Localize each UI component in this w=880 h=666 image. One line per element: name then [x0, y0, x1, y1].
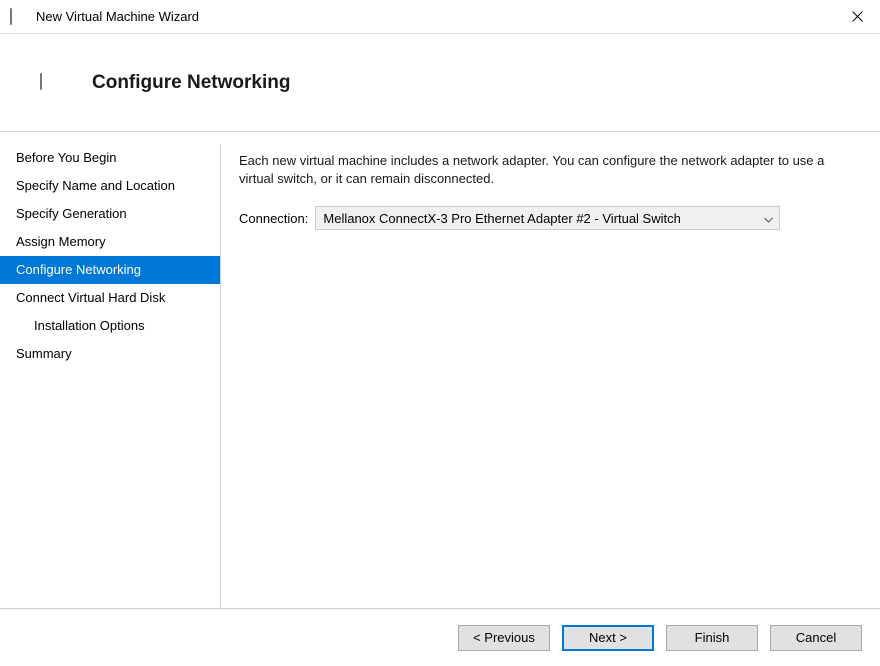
sidebar-item-label: Configure Networking [16, 262, 141, 277]
sidebar-item[interactable]: Summary [0, 340, 220, 368]
sidebar-item[interactable]: Installation Options [0, 312, 220, 340]
close-icon [852, 11, 863, 22]
connection-value: Mellanox ConnectX-3 Pro Ethernet Adapter… [323, 211, 680, 226]
wizard-footer: < Previous Next > Finish Cancel [0, 608, 880, 666]
page-title: Configure Networking [92, 72, 290, 94]
connection-row: Connection: Mellanox ConnectX-3 Pro Ethe… [239, 206, 862, 230]
connection-select[interactable]: Mellanox ConnectX-3 Pro Ethernet Adapter… [315, 206, 780, 230]
sidebar-item[interactable]: Specify Generation [0, 200, 220, 228]
titlebar: New Virtual Machine Wizard [0, 0, 880, 34]
wizard-body: Before You Begin Specify Name and Locatio… [0, 132, 880, 608]
sidebar-item-label: Specify Generation [16, 206, 127, 221]
sidebar-item[interactable]: Specify Name and Location [0, 172, 220, 200]
sidebar-item-label: Installation Options [34, 318, 145, 333]
wizard-steps-sidebar: Before You Begin Specify Name and Locatio… [0, 144, 221, 608]
chevron-down-icon [764, 211, 773, 226]
sidebar-item-label: Assign Memory [16, 234, 106, 249]
titlebar-left: New Virtual Machine Wizard [10, 9, 199, 24]
finish-button[interactable]: Finish [666, 625, 758, 651]
close-button[interactable] [834, 0, 880, 34]
cancel-button[interactable]: Cancel [770, 625, 862, 651]
sidebar-item[interactable]: Before You Begin [0, 144, 220, 172]
sidebar-item-label: Connect Virtual Hard Disk [16, 290, 165, 305]
sidebar-item[interactable]: Configure Networking [0, 256, 220, 284]
wizard-header: Configure Networking [0, 34, 880, 132]
sidebar-item-label: Before You Begin [16, 150, 116, 165]
app-icon [10, 9, 28, 24]
wizard-content: Each new virtual machine includes a netw… [221, 144, 880, 608]
connection-label: Connection: [239, 211, 308, 226]
previous-button[interactable]: < Previous [458, 625, 550, 651]
window-title: New Virtual Machine Wizard [36, 9, 199, 24]
wizard-window: New Virtual Machine Wizard Configure Net… [0, 0, 880, 666]
sidebar-item[interactable]: Connect Virtual Hard Disk [0, 284, 220, 312]
sidebar-item-label: Summary [16, 346, 72, 361]
sidebar-item[interactable]: Assign Memory [0, 228, 220, 256]
header-icon [40, 74, 62, 92]
step-description: Each new virtual machine includes a netw… [239, 152, 862, 188]
next-button[interactable]: Next > [562, 625, 654, 651]
sidebar-item-label: Specify Name and Location [16, 178, 175, 193]
